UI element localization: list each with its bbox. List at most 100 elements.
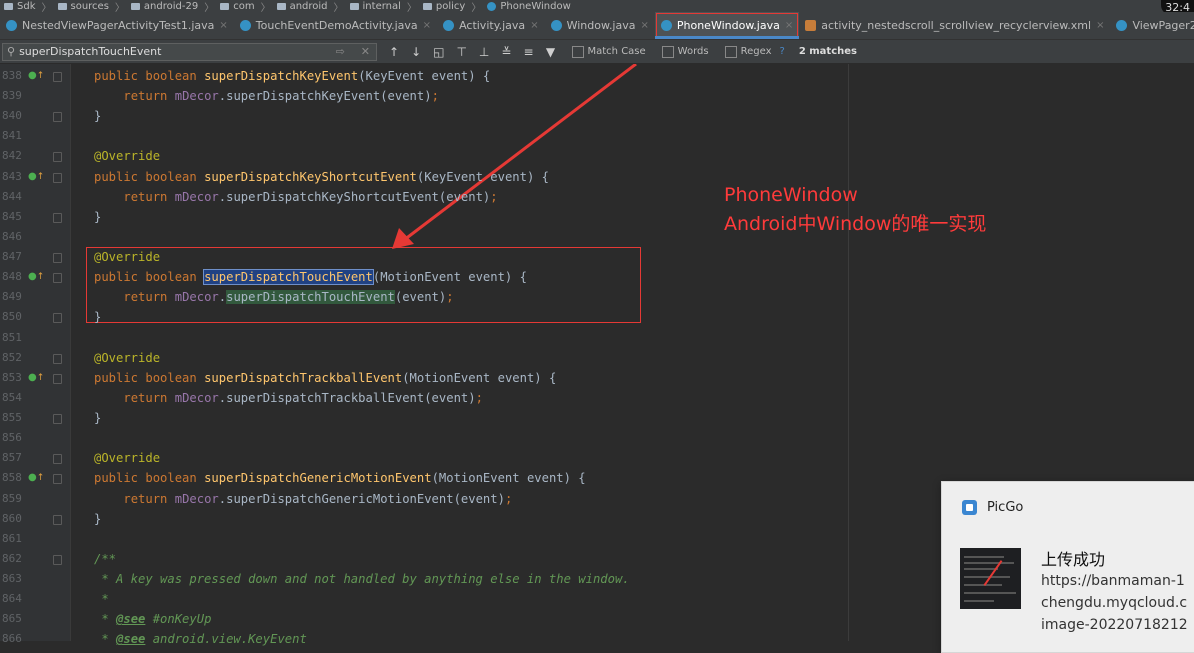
search-field[interactable]: ⚲ ⇨ ✕ [2,42,377,61]
code-line[interactable]: 852 @Override [0,348,1194,368]
code-line[interactable]: 842 @Override [0,146,1194,166]
line-number: 866 [2,632,22,646]
code-line[interactable]: 853 ●↑ public boolean superDispatchTrackba… [0,368,1194,388]
breadcrumb-separator-icon: 〉 [406,2,417,13]
override-gutter-icon[interactable]: ●↑ [28,372,44,384]
code-line[interactable]: 850} [0,307,1194,327]
breadcrumb-item[interactable]: android-29 [130,1,198,12]
regex-option[interactable]: Regex ? [724,45,785,58]
close-tab-icon[interactable]: × [640,20,648,31]
breadcrumb-item[interactable]: PhoneWindow [487,1,571,12]
code-line[interactable]: 857 @Override [0,448,1194,468]
code-line[interactable]: 851 [0,328,1194,348]
fold-icon[interactable] [53,273,62,284]
line-number: 864 [2,592,22,606]
code-line[interactable]: 843 ●↑ public boolean superDispatchKeyShor… [0,167,1194,187]
code-line[interactable]: 846 [0,227,1194,247]
close-tab-icon[interactable]: × [530,20,538,31]
editor-tab[interactable]: activity_nestedscroll_scrollview_recycle… [799,12,1110,39]
code-text: return mDecor.superDispatchTrackballEven… [123,390,483,405]
code-line[interactable]: 849 return mDecor.superDispatchTouchEven… [0,287,1194,307]
fold-icon[interactable] [53,373,62,384]
code-line[interactable]: 841 [0,126,1194,146]
code-line[interactable]: 847 @Override [0,247,1194,267]
code-line[interactable]: 856 [0,428,1194,448]
remove-occurrence-icon[interactable]: ⊥ [479,45,489,59]
editor-tab[interactable]: ViewPager2.java× [1110,12,1194,39]
code-line[interactable]: 848 ●↑ public boolean superDispatchTouchEv… [0,267,1194,287]
editor-tab[interactable]: PhoneWindow.java × [654,12,800,39]
close-tab-icon[interactable]: × [219,20,227,31]
class-icon [6,20,17,31]
editor-tab[interactable]: Activity.java × [437,12,545,39]
fold-icon[interactable] [53,72,62,82]
code-text: @Override [94,149,161,164]
breadcrumb-separator-icon: 〉 [114,2,125,13]
close-tab-icon[interactable]: × [423,20,431,31]
find-in-window-icon[interactable]: ◱ [433,45,444,59]
breadcrumb-item[interactable]: sources [57,1,109,12]
fold-icon[interactable] [53,353,62,364]
folder-icon [4,2,13,10]
override-gutter-icon[interactable]: ●↑ [28,271,44,283]
words-checkbox[interactable] [661,45,674,58]
tab-label: activity_nestedscroll_scrollview_recycle… [821,19,1092,32]
search-icon[interactable]: ⚲ [7,45,15,58]
breadcrumb-item[interactable]: android [276,1,328,12]
breadcrumb-label: internal [362,0,401,12]
previous-occurrence-icon[interactable]: ↑ [389,45,399,59]
fold-icon[interactable] [53,212,62,223]
fold-icon[interactable] [53,112,62,123]
code-line[interactable]: 855} [0,408,1194,428]
regex-help-icon[interactable]: ? [780,46,785,57]
fold-icon[interactable] [53,454,62,465]
override-gutter-icon[interactable]: ●↑ [28,171,44,183]
code-text: @Override [94,451,161,466]
fold-icon[interactable] [53,414,62,425]
select-all-occurrences-icon[interactable]: ≚ [501,45,511,59]
fold-icon[interactable] [53,474,62,485]
fold-icon[interactable] [53,152,62,163]
multiline-icon[interactable]: ≡ [523,45,533,59]
line-number: 859 [2,491,22,505]
close-tab-icon[interactable]: × [1096,20,1104,31]
editor-tab[interactable]: NestedViewPagerActivityTest1.java × [0,12,234,39]
override-gutter-icon[interactable]: ●↑ [28,70,44,82]
tab-label: Activity.java [459,19,526,32]
search-input[interactable] [19,45,326,58]
add-occurrence-icon[interactable]: ⊤ [456,45,466,59]
breadcrumb-item[interactable]: internal [349,0,401,12]
class-icon [443,20,455,31]
code-line[interactable]: 845} [0,207,1194,227]
editor-tab[interactable]: Window.java × [545,12,655,39]
breadcrumb-item[interactable]: com [220,1,255,12]
line-number: 854 [2,390,22,404]
fold-icon[interactable] [53,554,62,565]
code-line[interactable]: 838 ●↑ public boolean superDispatchKeyEven… [0,66,1194,86]
breadcrumb-label: Sdk [17,0,36,12]
code-line[interactable]: 840} [0,106,1194,126]
code-line[interactable]: 844 return mDecor.superDispatchKeyShortc… [0,187,1194,207]
fold-icon[interactable] [53,514,62,525]
code-line[interactable]: 854 return mDecor.superDispatchTrackball… [0,388,1194,408]
filter-icon[interactable]: ▼ [546,45,556,59]
code-text: public boolean superDispatchKeyShortcutE… [94,169,549,184]
code-line[interactable]: 839 return mDecor.superDispatchKeyEvent(… [0,86,1194,106]
regex-checkbox[interactable] [724,45,737,58]
close-search-icon[interactable]: ✕ [355,45,376,58]
fold-icon[interactable] [53,313,62,324]
fold-icon[interactable] [53,253,62,264]
upload-notification[interactable]: PicGo 上传成功 https://banmaman-1 chengdu.my… [941,481,1194,653]
match-case-checkbox[interactable] [571,45,584,58]
fold-icon[interactable] [53,172,62,183]
match-count: 2 matches [798,46,857,57]
editor-tab[interactable]: TouchEventDemoActivity.java × [234,12,437,39]
next-occurrence-icon[interactable]: ↓ [411,45,421,59]
breadcrumb-item[interactable]: Sdk [4,1,36,12]
match-case-option[interactable]: Match Case [571,45,646,58]
breadcrumb-item[interactable]: policy [422,1,465,12]
words-option[interactable]: Words [661,45,709,58]
clear-search-icon[interactable]: ⇨ [330,45,351,58]
close-tab-icon[interactable]: × [785,20,793,31]
override-gutter-icon[interactable]: ●↑ [28,472,44,484]
